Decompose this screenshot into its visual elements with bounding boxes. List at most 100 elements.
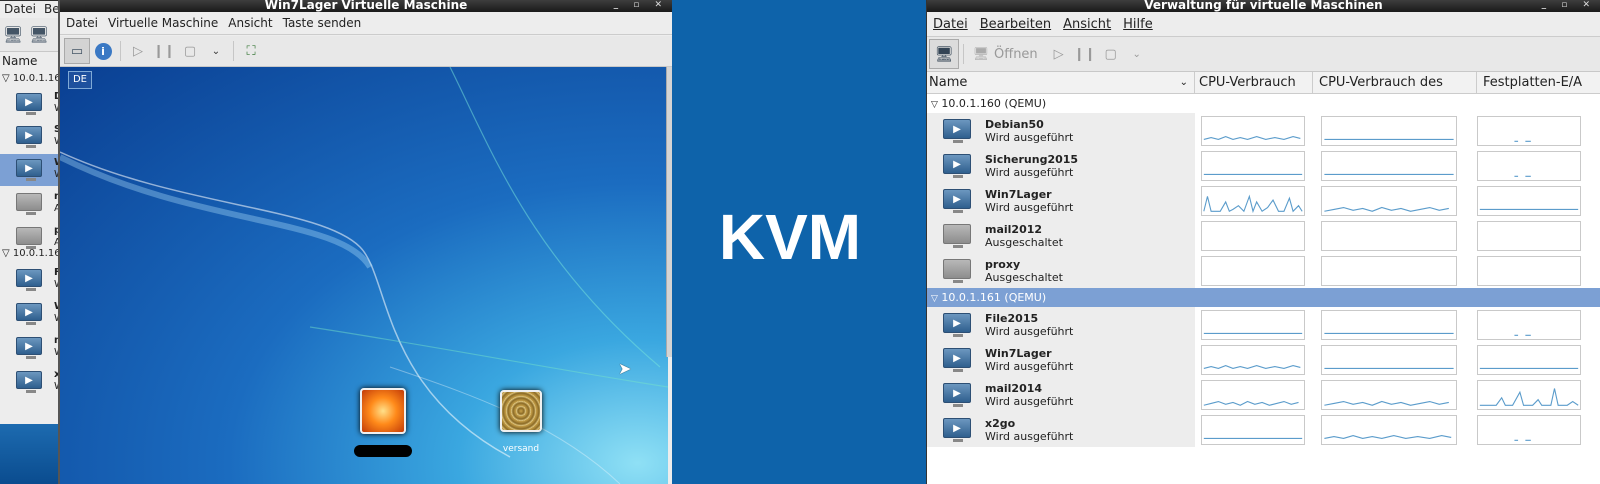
- list-item[interactable]: ▶WW: [0, 154, 62, 186]
- column-disk-io[interactable]: Festplatten-E/A: [1477, 72, 1600, 93]
- host-cpu-usage-graph: [1321, 380, 1457, 410]
- chevron-down-icon[interactable]: ⌄: [203, 38, 229, 64]
- user-tile-2[interactable]: [500, 390, 542, 432]
- vm-monitor-icon: ▶: [943, 383, 971, 407]
- column-name-label: Name: [929, 75, 968, 90]
- vm-status: Wird ausgeführt: [985, 166, 1074, 179]
- expander-icon[interactable]: ▽: [931, 100, 938, 110]
- menu-hilfe[interactable]: Hilfe: [1123, 17, 1153, 32]
- user-tile-1[interactable]: [360, 388, 406, 434]
- vm-monitor-icon: ▶: [16, 159, 42, 181]
- list-item[interactable]: mA: [0, 188, 62, 220]
- menu-taste-senden[interactable]: Taste senden: [283, 16, 362, 30]
- disk-io-graph: [1477, 310, 1581, 340]
- vm-window-titlebar[interactable]: Win7Lager Virtuelle Maschine _ ▫ ✕: [60, 0, 672, 12]
- cpu-usage-graph: [1201, 186, 1305, 216]
- pause-icon[interactable]: ❙❙: [1072, 41, 1098, 67]
- menu-datei[interactable]: Datei: [4, 2, 36, 16]
- manager-titlebar[interactable]: Verwaltung für virtuelle Maschinen _ ▫ ✕: [927, 0, 1600, 12]
- list-item[interactable]: ▶FW: [0, 264, 62, 296]
- menu-ansicht[interactable]: Ansicht: [228, 16, 272, 30]
- host-group-row[interactable]: ▽ 10.0.1.160 (QEMU): [927, 94, 1600, 113]
- open-button[interactable]: Öffnen: [994, 47, 1038, 62]
- vm-name: mail2012: [985, 223, 1043, 236]
- open-console-icon[interactable]: 🖥: [968, 41, 994, 67]
- vm-scrollbar[interactable]: [666, 67, 672, 357]
- menu-datei[interactable]: Datei: [933, 17, 968, 32]
- menu-datei[interactable]: Datei: [66, 16, 98, 30]
- host-cpu-usage-graph: [1321, 345, 1457, 375]
- host-cpu-usage-graph: [1321, 116, 1457, 146]
- vm-status: Wird ausgeführt: [985, 360, 1074, 373]
- chevron-down-icon[interactable]: ⌄: [1124, 41, 1150, 67]
- list-item[interactable]: ▶SW: [0, 121, 62, 153]
- expander-icon[interactable]: ▽: [931, 294, 938, 304]
- menu-ansicht[interactable]: Ansicht: [1063, 17, 1111, 32]
- vm-monitor-icon: ▶: [943, 418, 971, 442]
- vm-monitor-icon: ▶: [16, 93, 42, 115]
- vm-name: File2015: [985, 312, 1039, 325]
- mouse-cursor-icon: ➤: [618, 359, 632, 378]
- host-cpu-usage-graph: [1321, 310, 1457, 340]
- list-item[interactable]: ▶xW: [0, 366, 62, 398]
- user-2-label: versand: [502, 444, 540, 454]
- vm-monitor-icon: ▶: [16, 337, 42, 359]
- pause-icon[interactable]: ❙❙: [151, 38, 177, 64]
- column-cpu[interactable]: CPU-Verbrauch: [1195, 72, 1313, 93]
- menu-virtuelle-maschine[interactable]: Virtuelle Maschine: [108, 16, 218, 30]
- fullscreen-icon[interactable]: ⛶: [238, 38, 264, 64]
- window-controls[interactable]: _ ▫ ✕: [1542, 0, 1596, 11]
- column-name[interactable]: Name ⌄: [927, 72, 1195, 93]
- vm-name: proxy: [985, 258, 1021, 271]
- power-icon[interactable]: ▢: [177, 38, 203, 64]
- user-1-name-redacted: [354, 445, 412, 457]
- window-controls[interactable]: _ ▫ ✕: [614, 0, 668, 11]
- open-icon[interactable]: 🖥: [26, 22, 52, 48]
- cpu-usage-graph: [1201, 116, 1305, 146]
- vm-row[interactable]: proxy Ausgeschaltet: [927, 253, 1600, 288]
- details-info-icon[interactable]: i: [90, 38, 116, 64]
- play-icon[interactable]: ▷: [125, 38, 151, 64]
- column-host-cpu[interactable]: CPU-Verbrauch des Hosts: [1313, 72, 1477, 111]
- vm-row[interactable]: ▶ Win7Lager Wird ausgeführt: [927, 342, 1600, 377]
- group-row[interactable]: ▽ 10.0.1.16: [2, 73, 61, 84]
- console-view-icon[interactable]: ▭: [64, 38, 90, 64]
- keyboard-layout-indicator[interactable]: DE: [68, 71, 92, 89]
- vm-manager-window: Verwaltung für virtuelle Maschinen _ ▫ ✕…: [926, 0, 1600, 484]
- vm-row[interactable]: ▶ Sicherung2015 Wird ausgeführt: [927, 148, 1600, 183]
- play-icon[interactable]: ▷: [1046, 41, 1072, 67]
- cpu-usage-graph: [1201, 345, 1305, 375]
- cpu-usage-graph: [1201, 256, 1305, 286]
- manager-toolbar: 🖥 🖥 Öffnen ▷ ❙❙ ▢ ⌄: [927, 37, 1600, 72]
- disk-io-graph: [1477, 116, 1581, 146]
- menu-bearbeiten[interactable]: Bearbeiten: [980, 17, 1051, 32]
- vm-viewer-window: Win7Lager Virtuelle Maschine _ ▫ ✕ Datei…: [58, 0, 672, 484]
- cpu-usage-graph: [1201, 380, 1305, 410]
- new-vm-icon[interactable]: 🖥: [0, 22, 26, 48]
- column-name-header[interactable]: Name: [2, 54, 37, 68]
- vm-toolbar: ▭ i ▷ ❙❙ ▢ ⌄ ⛶: [60, 36, 672, 67]
- vm-row[interactable]: ▶ Win7Lager Wird ausgeführt: [927, 183, 1600, 218]
- vm-monitor-icon: ▶: [943, 189, 971, 213]
- vm-row[interactable]: ▶ x2go Wird ausgeführt: [927, 412, 1600, 447]
- list-item[interactable]: pA: [0, 222, 62, 254]
- power-icon[interactable]: ▢: [1098, 41, 1124, 67]
- vm-row[interactable]: ▶ mail2014 Wird ausgeführt: [927, 377, 1600, 412]
- vm-row[interactable]: ▶ File2015 Wird ausgeführt: [927, 307, 1600, 342]
- vm-name: Win7Lager: [985, 188, 1052, 201]
- chevron-down-icon[interactable]: ⌄: [1180, 72, 1188, 93]
- guest-desktop[interactable]: DE ➤ versand: [60, 67, 668, 484]
- vm-row[interactable]: ▶ Debian50 Wird ausgeführt: [927, 113, 1600, 148]
- vm-monitor-icon: [16, 227, 42, 249]
- vm-menubar: Datei Virtuelle Maschine Ansicht Taste s…: [60, 12, 672, 35]
- list-item[interactable]: ▶mW: [0, 332, 62, 364]
- vm-name: Debian50: [985, 118, 1044, 131]
- host-cpu-usage-graph: [1321, 186, 1457, 216]
- host-group-row[interactable]: ▽ 10.0.1.161 (QEMU): [927, 288, 1600, 307]
- vm-monitor-icon: ▶: [943, 313, 971, 337]
- list-item[interactable]: ▶WW: [0, 298, 62, 330]
- list-item[interactable]: ▶DW: [0, 88, 62, 120]
- vm-row[interactable]: mail2012 Ausgeschaltet: [927, 218, 1600, 253]
- disk-io-graph: [1477, 221, 1581, 251]
- new-vm-icon[interactable]: 🖥: [929, 39, 959, 69]
